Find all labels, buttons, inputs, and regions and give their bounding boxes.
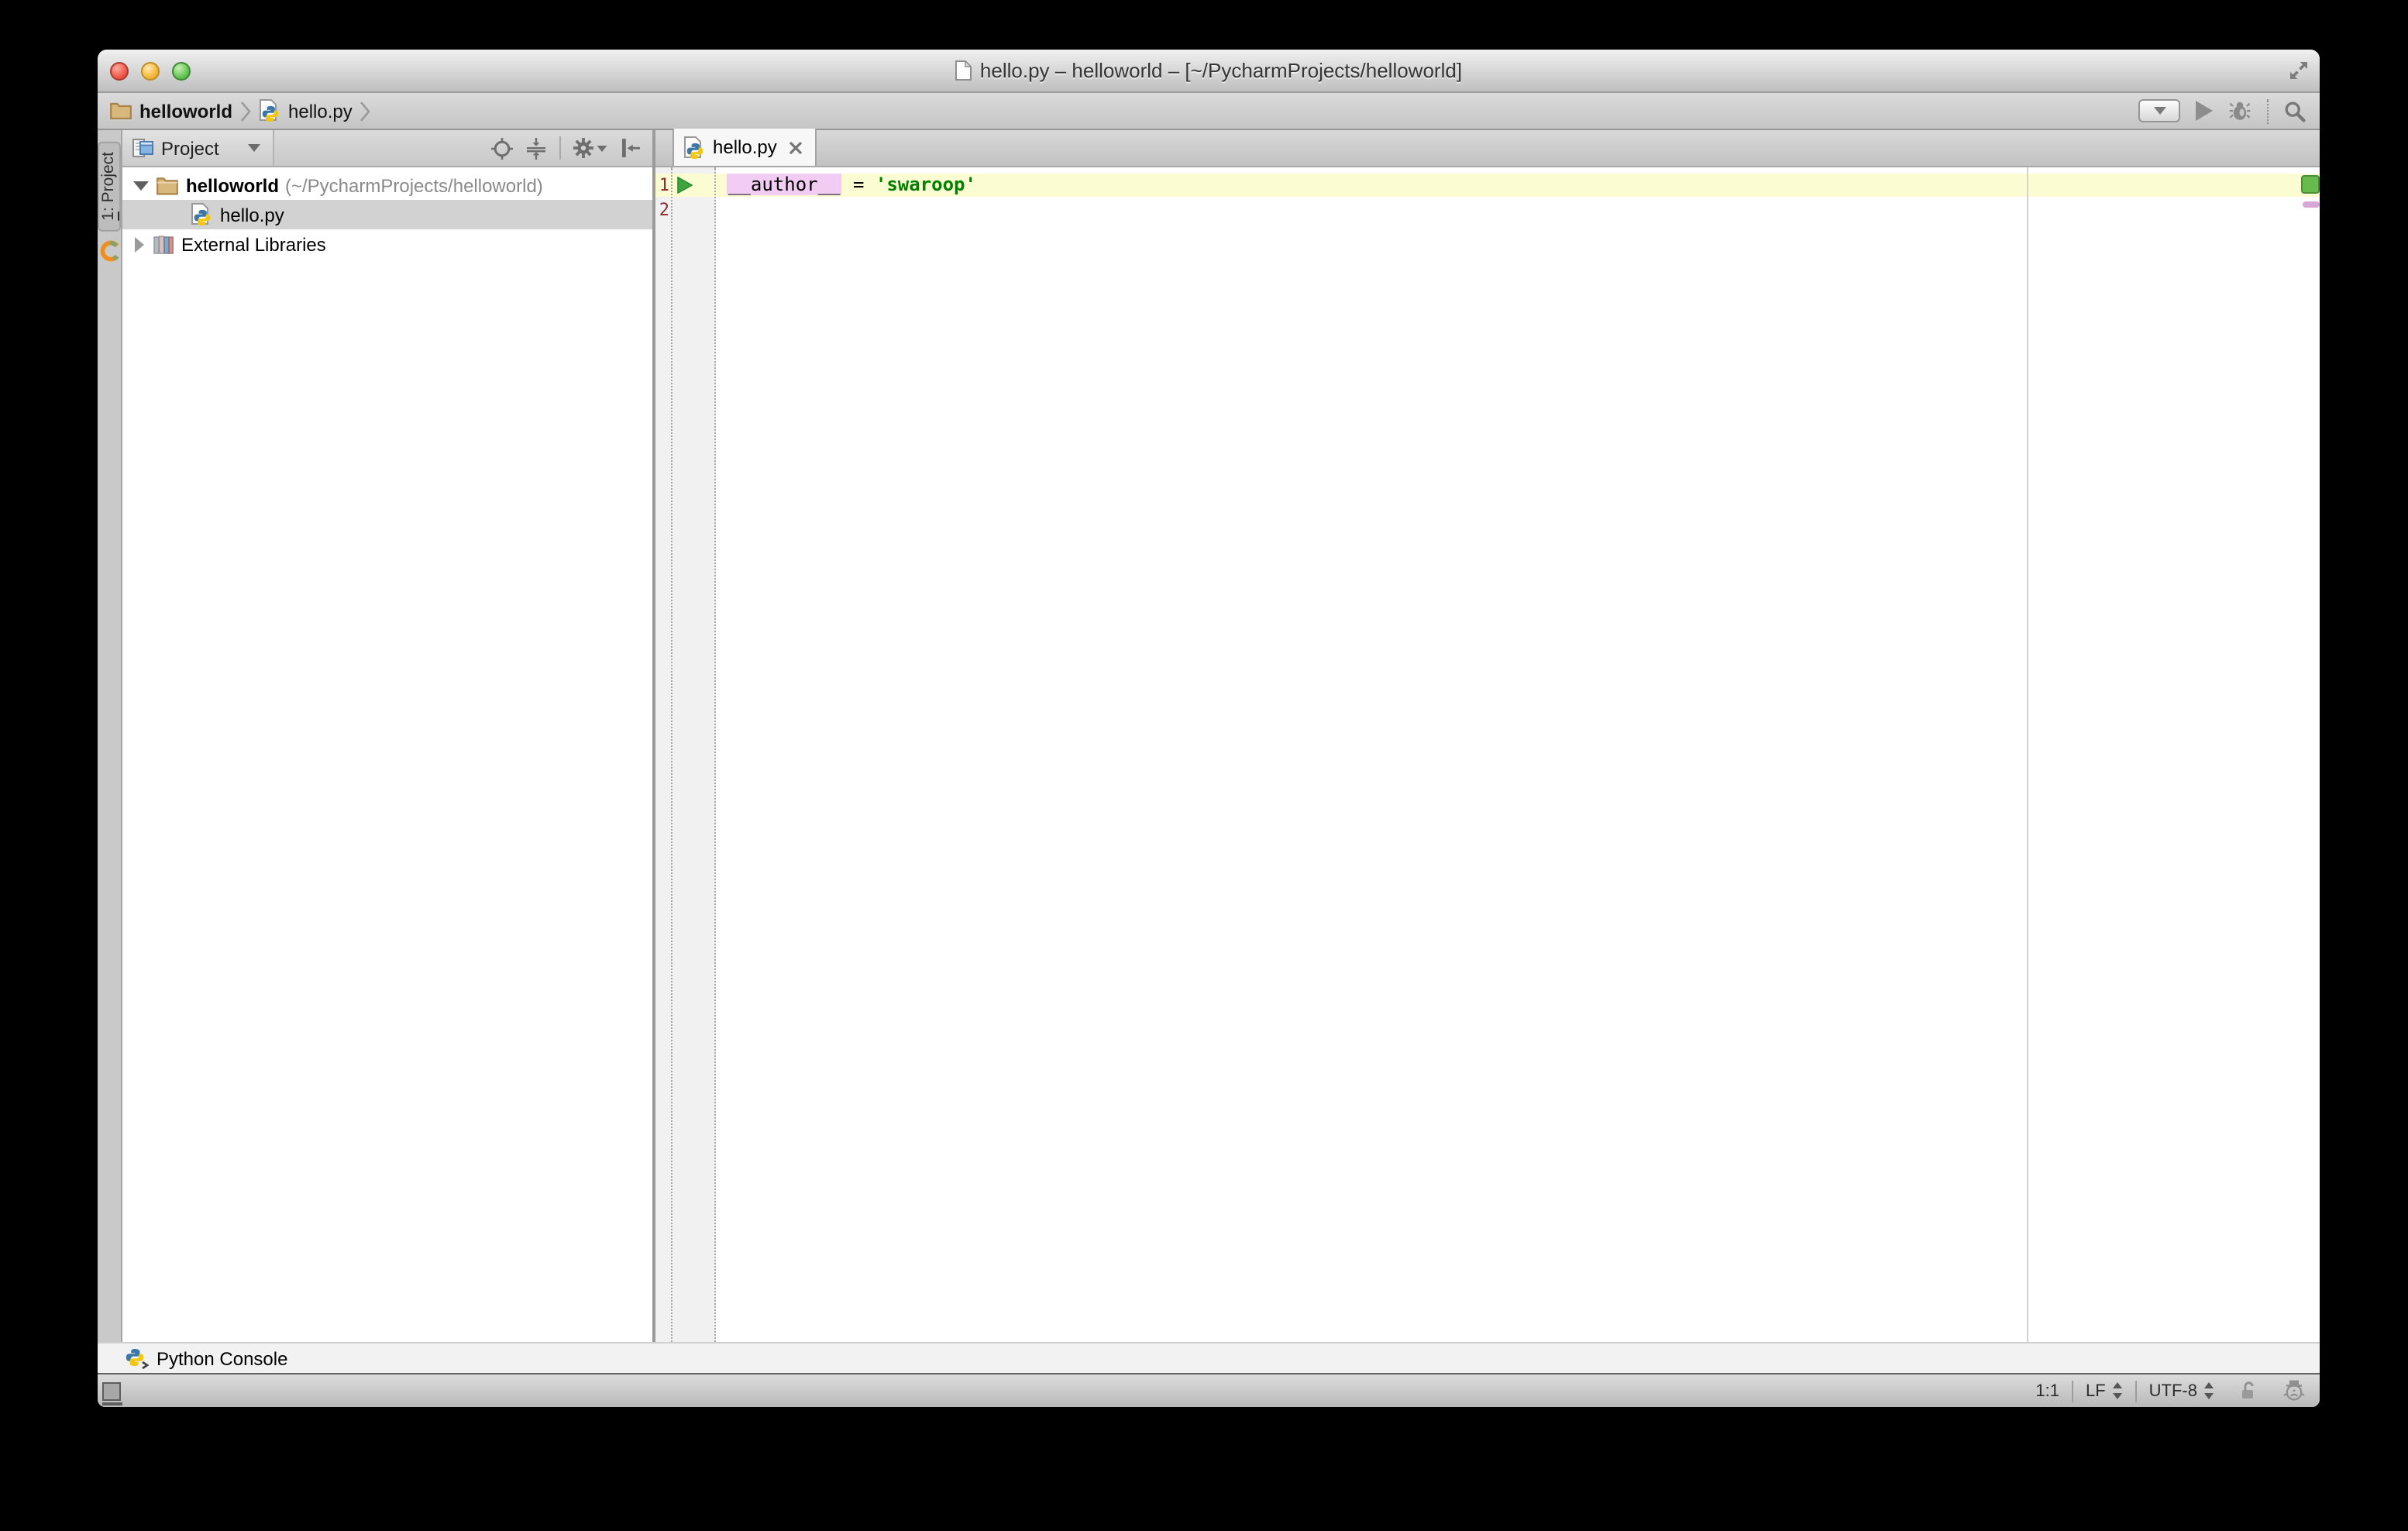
- error-stripe-mark: [2303, 201, 2320, 207]
- line-number: 1: [655, 174, 669, 197]
- project-root-path: (~/PycharmProjects/helloworld): [285, 174, 543, 196]
- encoding-widget[interactable]: UTF-8: [2137, 1374, 2227, 1407]
- main-area: 1: Project: [98, 130, 2320, 1342]
- close-traffic-icon[interactable]: [110, 61, 129, 80]
- updown-arrows-icon: [2112, 1382, 2123, 1399]
- gutter-markers: [673, 167, 716, 1342]
- project-view-label: Project: [161, 137, 219, 159]
- line-number: 2: [655, 198, 669, 221]
- caret-position-widget[interactable]: 1:1: [2023, 1374, 2072, 1407]
- pycharm-logo-icon: [98, 241, 120, 263]
- project-view-selector[interactable]: Project: [122, 130, 275, 166]
- tab-close-icon[interactable]: [789, 140, 803, 154]
- project-tree: helloworld (~/PycharmProjects/helloworld…: [122, 167, 652, 1342]
- window-title: hello.py – helloworld – [~/PycharmProjec…: [980, 59, 1462, 82]
- run-config-dropdown[interactable]: [2138, 99, 2180, 122]
- unlocked-icon[interactable]: [2227, 1374, 2270, 1407]
- right-margin-guide: [2027, 167, 2028, 1342]
- breadcrumb: helloworld hello.py: [110, 99, 371, 122]
- toolbar-separator: [2267, 98, 2269, 123]
- token-author: __author__: [727, 174, 842, 195]
- tab-label: hello.py: [713, 136, 777, 158]
- project-panel: Project: [122, 130, 654, 1342]
- run-button[interactable]: [2196, 101, 2213, 121]
- libraries-icon: [153, 234, 174, 254]
- breadcrumb-item-hello-py[interactable]: hello.py: [288, 100, 353, 122]
- gutter-line-numbers: [655, 167, 673, 1342]
- tree-row-external-libraries[interactable]: External Libraries: [122, 229, 652, 259]
- pycharm-window: hello.py – helloworld – [~/PycharmProjec…: [98, 50, 2320, 1407]
- tree-row-hello-py[interactable]: hello.py: [122, 200, 652, 229]
- fullscreen-icon[interactable]: [2289, 60, 2309, 81]
- hide-panel-icon[interactable]: [620, 138, 640, 158]
- bottom-toolwindow-bar: Python Console: [98, 1342, 2320, 1374]
- screen-background: hello.py – helloworld – [~/PycharmProjec…: [0, 0, 2408, 1531]
- project-view-icon: [132, 138, 153, 158]
- dropdown-arrow-icon: [249, 144, 261, 152]
- updown-arrows-icon: [2203, 1382, 2214, 1399]
- status-bar: 1:1 LF UTF-8: [98, 1374, 2320, 1407]
- debug-bug-icon[interactable]: [2228, 101, 2251, 121]
- locate-target-icon[interactable]: [491, 137, 513, 159]
- collapsed-arrow-icon[interactable]: [135, 236, 144, 252]
- token-string: 'swaroop': [875, 174, 976, 195]
- python-file-icon: [191, 203, 212, 226]
- token-operator: =: [842, 174, 875, 195]
- traffic-lights: [110, 50, 191, 91]
- hector-inspector-icon[interactable]: [2270, 1374, 2309, 1407]
- zoom-traffic-icon[interactable]: [172, 61, 191, 80]
- navigation-bar: helloworld hello.py: [98, 93, 2320, 130]
- breadcrumb-chevron-icon: [240, 100, 251, 122]
- tab-hello-py[interactable]: hello.py: [673, 129, 817, 166]
- breadcrumb-item-helloworld[interactable]: helloworld: [139, 100, 232, 122]
- python-console-button[interactable]: Python Console: [126, 1347, 287, 1369]
- minimize-traffic-icon[interactable]: [141, 61, 160, 80]
- run-line-marker-icon[interactable]: [677, 177, 693, 194]
- titlebar[interactable]: hello.py – helloworld – [~/PycharmProjec…: [98, 50, 2320, 93]
- expanded-arrow-icon[interactable]: [133, 181, 149, 190]
- toolwindow-stripe: 1: Project: [98, 130, 122, 1342]
- python-file-icon: [683, 136, 705, 159]
- python-console-icon: [126, 1348, 147, 1368]
- inspection-ok-icon[interactable]: [2301, 175, 2320, 194]
- collapse-all-icon[interactable]: [525, 137, 547, 159]
- project-panel-header: Project: [122, 130, 652, 167]
- toolwindow-toggle-icon[interactable]: [102, 1381, 121, 1400]
- editor-tab-bar: hello.py: [655, 130, 2320, 167]
- header-separator: [559, 136, 561, 160]
- gear-icon[interactable]: [573, 138, 607, 158]
- python-file-icon: [259, 99, 280, 122]
- project-toolwindow-tab[interactable]: 1: Project: [98, 141, 121, 232]
- python-console-label: Python Console: [157, 1347, 287, 1369]
- search-icon[interactable]: [2284, 100, 2306, 122]
- code-editor[interactable]: 1 2 __author__ = 'swaroop': [655, 167, 2320, 1342]
- folder-icon: [157, 176, 178, 194]
- code-line-1: __author__ = 'swaroop': [727, 174, 976, 197]
- line-separator-widget[interactable]: LF: [2073, 1374, 2135, 1407]
- folder-icon: [110, 102, 132, 119]
- document-proxy-icon[interactable]: [955, 60, 972, 81]
- breadcrumb-chevron-icon: [360, 100, 371, 122]
- editor-area: hello.py 1 2: [655, 130, 2320, 1342]
- tree-row-helloworld[interactable]: helloworld (~/PycharmProjects/helloworld…: [122, 170, 652, 200]
